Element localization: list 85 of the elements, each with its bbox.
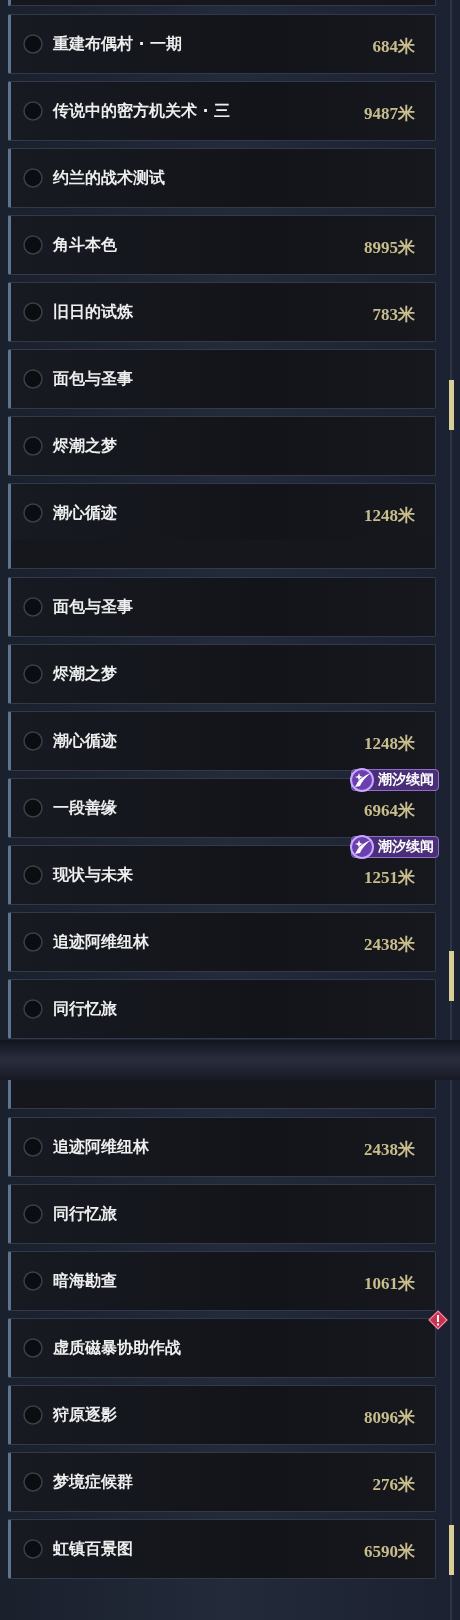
circle-icon[interactable] bbox=[23, 664, 43, 684]
quest-title: 潮心循迹 bbox=[53, 502, 117, 524]
circle-icon[interactable] bbox=[23, 932, 43, 952]
quest-title: 一段善缘 bbox=[53, 797, 117, 819]
quest-row[interactable]: 狩原逐影 8096米 bbox=[8, 1385, 436, 1445]
quest-row[interactable]: 烬潮之梦 bbox=[8, 644, 436, 704]
distance-label: 1061米 bbox=[364, 1272, 415, 1295]
quest-row[interactable]: 追迹阿维纽林 2438米 bbox=[8, 912, 436, 972]
quest-badge: 潮汐续闻 bbox=[351, 836, 439, 858]
distance-label: 8096米 bbox=[364, 1406, 415, 1429]
quest-row[interactable]: 面包与圣事 bbox=[8, 577, 436, 637]
quest-title: 同行忆旅 bbox=[53, 1203, 117, 1225]
quest-title: 传说中的密方机关术 · 三 bbox=[53, 100, 231, 122]
quest-row[interactable]: 暗海勘查 1061米 bbox=[8, 1251, 436, 1311]
quest-title: 追迹阿维纽林 bbox=[53, 1136, 149, 1158]
quest-title: 虹镇百景图 bbox=[53, 1538, 133, 1560]
quest-row[interactable]: 传说中的密方机关术 · 三 9487米 bbox=[8, 81, 436, 141]
distance-label: 1248米 bbox=[364, 732, 415, 755]
quest-row[interactable]: 追迹阿维纽林 2438米 bbox=[8, 1117, 436, 1177]
quest-badge: 潮汐续闻 bbox=[351, 769, 439, 791]
circle-icon[interactable] bbox=[23, 1137, 43, 1157]
distance-label: 783米 bbox=[372, 303, 415, 326]
quest-row[interactable]: 重建布偶村 · 一期 684米 bbox=[8, 14, 436, 74]
circle-icon[interactable] bbox=[23, 1539, 43, 1559]
circle-icon[interactable] bbox=[23, 235, 43, 255]
quest-row[interactable]: 梦境症候群 276米 bbox=[8, 1452, 436, 1512]
distance-label: 2438米 bbox=[364, 1138, 415, 1161]
quest-row[interactable]: 烬潮之梦 bbox=[8, 416, 436, 476]
quest-row[interactable]: 旧日的试炼 783米 bbox=[8, 282, 436, 342]
distance-label: 2438米 bbox=[364, 933, 415, 956]
distance-label: 9487米 bbox=[364, 102, 415, 125]
quest-title: 虚质磁暴协助作战 bbox=[53, 1337, 181, 1359]
quest-row[interactable]: 虹镇百景图 6590米 bbox=[8, 1519, 436, 1579]
distance-label: 8995米 bbox=[364, 236, 415, 259]
quest-row[interactable]: 同行忆旅 bbox=[8, 979, 436, 1039]
circle-icon[interactable] bbox=[23, 436, 43, 456]
quest-title: 同行忆旅 bbox=[53, 998, 117, 1020]
quest-row[interactable]: 面包与圣事 bbox=[8, 349, 436, 409]
quest-title: 面包与圣事 bbox=[53, 596, 133, 618]
scroll-thumb[interactable] bbox=[449, 951, 454, 1001]
distance-label: 1248米 bbox=[364, 504, 415, 527]
circle-icon[interactable] bbox=[23, 503, 43, 523]
circle-icon[interactable] bbox=[23, 999, 43, 1019]
circle-icon[interactable] bbox=[23, 34, 43, 54]
distance-label: 684米 bbox=[372, 35, 415, 58]
quest-title: 暗海勘查 bbox=[53, 1270, 117, 1292]
quest-title: 烬潮之梦 bbox=[53, 435, 117, 457]
distance-label: 6590米 bbox=[364, 1540, 415, 1563]
quest-title: 角斗本色 bbox=[53, 234, 117, 256]
quest-row[interactable]: 潮心循迹 1248米 bbox=[8, 483, 436, 540]
quest-title: 现状与未来 bbox=[53, 864, 133, 886]
quest-title: 狩原逐影 bbox=[53, 1404, 117, 1426]
quest-row[interactable]: 约兰的战术测试 bbox=[8, 148, 436, 208]
sparkle-icon bbox=[349, 767, 375, 793]
quest-title: 约兰的战术测试 bbox=[53, 167, 165, 189]
circle-icon[interactable] bbox=[23, 1338, 43, 1358]
scroll-thumb[interactable] bbox=[449, 1525, 454, 1575]
scroll-thumb[interactable] bbox=[449, 380, 454, 430]
circle-icon[interactable] bbox=[23, 597, 43, 617]
circle-icon[interactable] bbox=[23, 731, 43, 751]
circle-icon[interactable] bbox=[23, 101, 43, 121]
quest-title: 梦境症候群 bbox=[53, 1471, 133, 1493]
circle-icon[interactable] bbox=[23, 865, 43, 885]
circle-icon[interactable] bbox=[23, 1405, 43, 1425]
circle-icon[interactable] bbox=[23, 168, 43, 188]
distance-label: 6964米 bbox=[364, 799, 415, 822]
quest-title: 旧日的试炼 bbox=[53, 301, 133, 323]
sparkle-icon bbox=[349, 834, 375, 860]
quest-title: 潮心循迹 bbox=[53, 730, 117, 752]
circle-icon[interactable] bbox=[23, 798, 43, 818]
quest-row[interactable]: 潮心循迹 1248米 bbox=[8, 711, 436, 771]
circle-icon[interactable] bbox=[23, 1204, 43, 1224]
quest-title: 重建布偶村 · 一期 bbox=[53, 33, 183, 55]
distance-label: 1251米 bbox=[364, 866, 415, 889]
circle-icon[interactable] bbox=[23, 1271, 43, 1291]
circle-icon[interactable] bbox=[23, 1472, 43, 1492]
circle-icon[interactable] bbox=[23, 369, 43, 389]
quest-row[interactable]: 角斗本色 8995米 bbox=[8, 215, 436, 275]
quest-title: 面包与圣事 bbox=[53, 368, 133, 390]
quest-row[interactable]: 虚质磁暴协助作战 bbox=[8, 1318, 436, 1378]
distance-label: 276米 bbox=[372, 1473, 415, 1496]
circle-icon[interactable] bbox=[23, 302, 43, 322]
quest-title: 烬潮之梦 bbox=[53, 663, 117, 685]
quest-row[interactable]: 同行忆旅 bbox=[8, 1184, 436, 1244]
quest-title: 追迹阿维纽林 bbox=[53, 931, 149, 953]
